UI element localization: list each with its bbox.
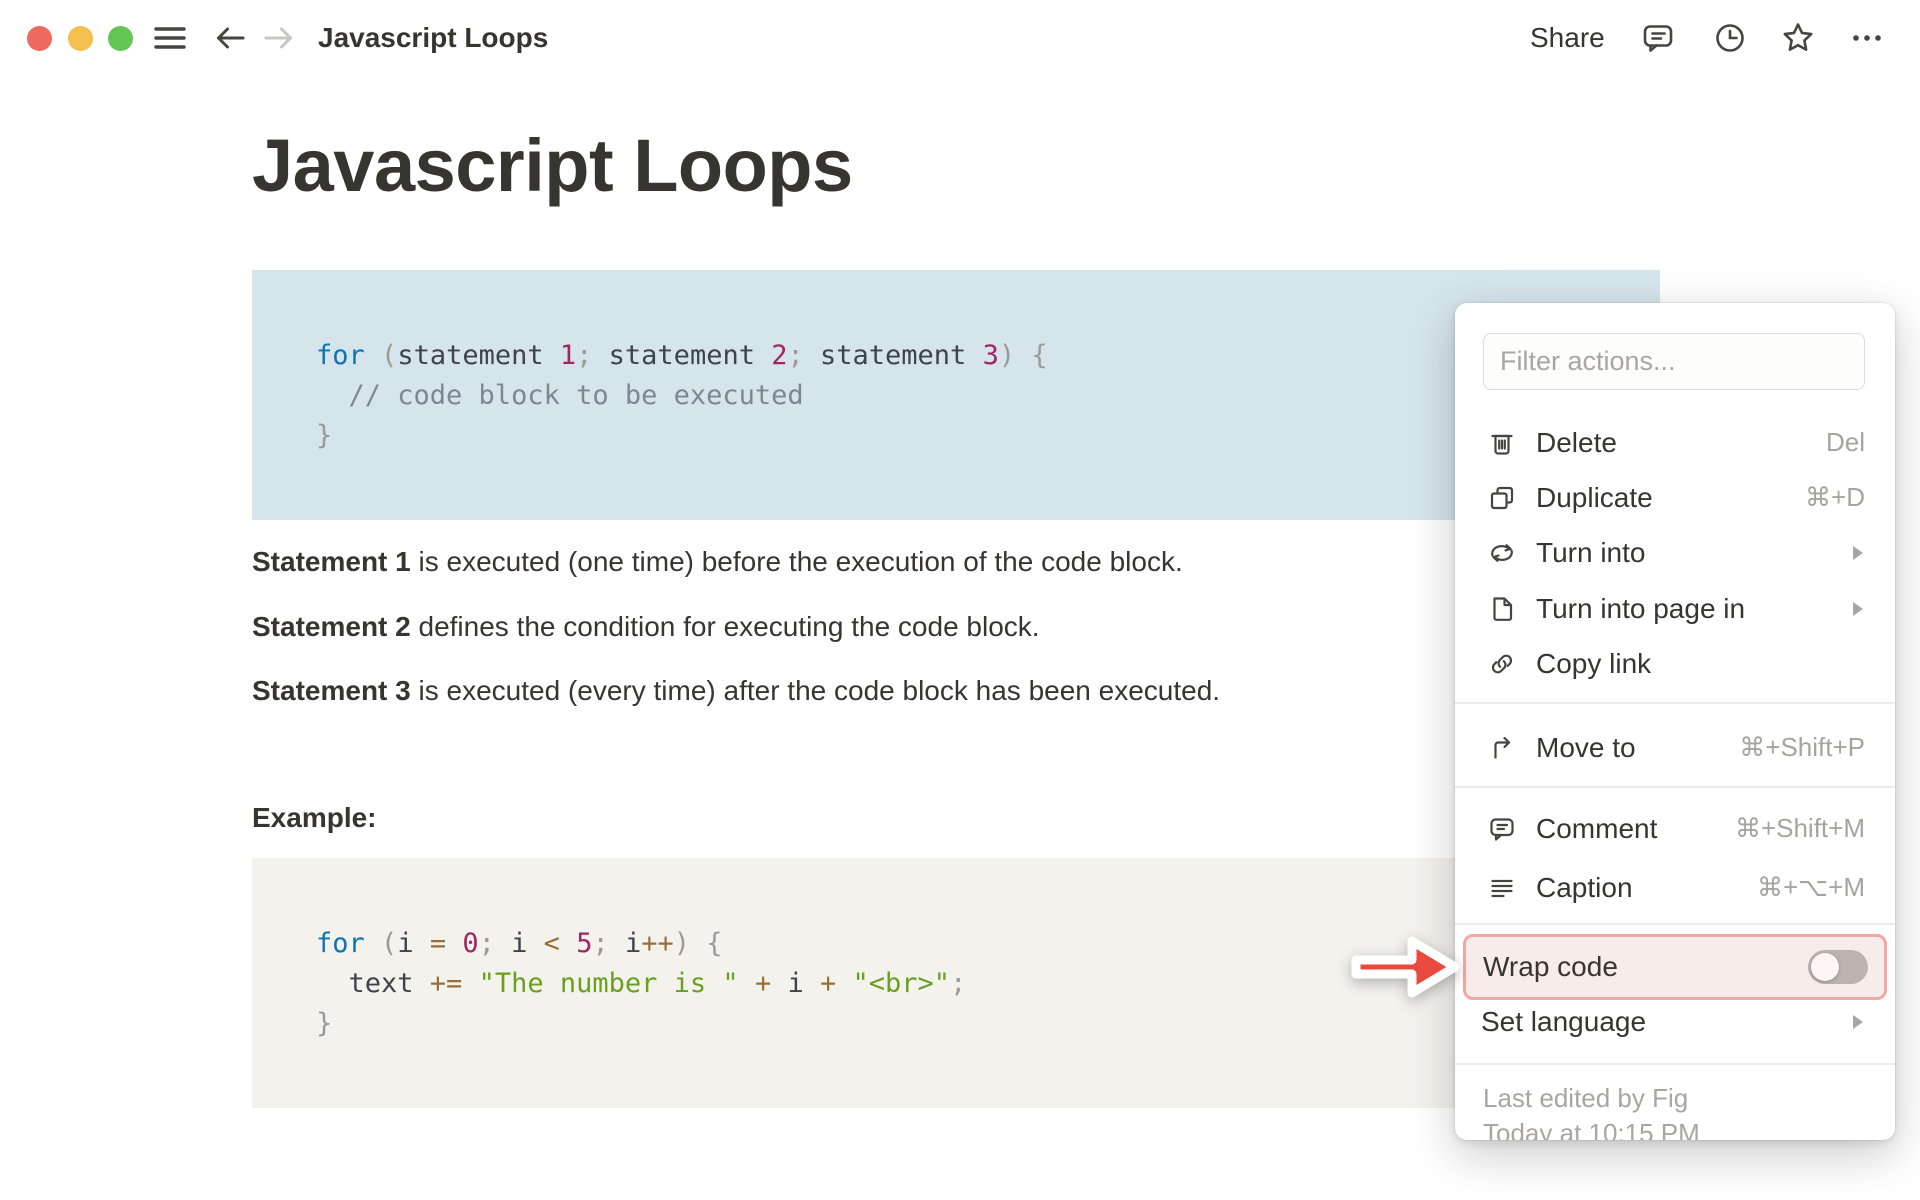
more-ellipsis-icon[interactable] — [1849, 20, 1885, 56]
bold-text: Statement 1 — [252, 546, 411, 577]
last-edited-by: Last edited by Fig — [1483, 1083, 1689, 1113]
menu-item-turn-into-page-in[interactable]: Turn into page in — [1455, 581, 1895, 636]
title-bar: Javascript Loops Share — [0, 0, 1920, 76]
bold-text: Statement 2 — [252, 611, 411, 642]
menu-item-set-language[interactable]: Set language — [1455, 994, 1895, 1049]
menu-item-label: Copy link — [1536, 647, 1652, 679]
link-icon — [1487, 649, 1517, 679]
code-line: } — [316, 1008, 333, 1039]
code-block-syntax: for (statement 1; statement 2; statement… — [252, 270, 1660, 520]
bold-text: Statement 3 — [252, 675, 411, 706]
duplicate-icon — [1487, 483, 1517, 513]
menu-shortcut: ⌘+Shift+P — [1739, 732, 1865, 762]
code-line: for (i = 0; i < 5; i++) { — [316, 928, 723, 959]
last-edited-time: Today at 10:15 PM — [1483, 1118, 1700, 1140]
code-block-example: for (i = 0; i < 5; i++) { text += "The n… — [252, 858, 1660, 1108]
menu-item-label: Comment — [1536, 812, 1658, 844]
menu-item-wrap-code[interactable]: Wrap code — [1463, 934, 1887, 1000]
menu-divider — [1455, 702, 1895, 704]
menu-item-label: Set language — [1481, 1005, 1647, 1037]
hamburger-icon[interactable] — [152, 20, 188, 56]
caption-lines-icon — [1487, 873, 1517, 903]
comment-icon[interactable] — [1640, 20, 1676, 56]
wrap-code-toggle[interactable] — [1808, 950, 1868, 984]
menu-item-label: Move to — [1536, 731, 1636, 763]
menu-item-label: Delete — [1536, 426, 1617, 458]
star-icon[interactable] — [1780, 20, 1816, 56]
menu-item-label: Turn into page in — [1536, 592, 1746, 624]
paragraph-text: is executed (one time) before the execut… — [410, 546, 1183, 577]
menu-divider — [1455, 786, 1895, 788]
menu-shortcut: ⌘+D — [1805, 482, 1865, 512]
menu-item-label: Caption — [1536, 871, 1633, 903]
submenu-chevron-icon — [1851, 1013, 1865, 1031]
menu-item-comment[interactable]: Comment ⌘+Shift+M — [1455, 801, 1895, 856]
forward-arrow-icon[interactable] — [261, 20, 297, 56]
paragraph-statement-1: Statement 1 is executed (one time) befor… — [252, 545, 1183, 579]
titlebar-document-title: Javascript Loops — [318, 22, 549, 53]
menu-item-copy-link[interactable]: Copy link — [1455, 636, 1895, 691]
page-title: Javascript Loops — [252, 124, 853, 207]
move-to-arrow-icon — [1487, 733, 1517, 763]
traffic-light-minimize-button[interactable] — [68, 26, 93, 51]
traffic-light-zoom-button[interactable] — [108, 26, 133, 51]
share-button[interactable]: Share — [1530, 22, 1605, 54]
toggle-knob — [1811, 953, 1839, 981]
menu-item-label: Duplicate — [1536, 481, 1653, 513]
menu-shortcut: ⌘+⌥+M — [1757, 872, 1865, 902]
menu-item-turn-into[interactable]: Turn into — [1455, 525, 1895, 580]
menu-shortcut: ⌘+Shift+M — [1734, 813, 1865, 843]
paragraph-text: is executed (every time) after the code … — [410, 675, 1221, 706]
submenu-chevron-icon — [1851, 544, 1865, 562]
block-context-menu: Delete Del Duplicate ⌘+D Turn into Turn … — [1455, 303, 1895, 1140]
filter-actions-input[interactable] — [1483, 333, 1865, 390]
traffic-light-close-button[interactable] — [27, 26, 52, 51]
history-clock-icon[interactable] — [1712, 20, 1748, 56]
submenu-chevron-icon — [1851, 600, 1865, 618]
example-label: Example: — [252, 802, 377, 833]
app-window: Javascript Loops Share Javascript Loops … — [0, 0, 1920, 1200]
page-icon — [1487, 594, 1517, 624]
code-line: // code block to be executed — [316, 380, 804, 411]
menu-item-caption[interactable]: Caption ⌘+⌥+M — [1455, 860, 1895, 915]
comment-icon — [1487, 814, 1517, 844]
code-line: for (statement 1; statement 2; statement… — [316, 340, 1048, 371]
code-line: text += "The number is " + i + "<br>"; — [316, 968, 967, 999]
menu-item-delete[interactable]: Delete Del — [1455, 415, 1895, 470]
menu-item-label: Turn into — [1536, 536, 1646, 568]
paragraph-text: defines the condition for executing the … — [410, 611, 1040, 642]
code-line: } — [316, 420, 333, 451]
menu-item-duplicate[interactable]: Duplicate ⌘+D — [1455, 470, 1895, 525]
paragraph-statement-3: Statement 3 is executed (every time) aft… — [252, 674, 1220, 708]
menu-divider — [1455, 1063, 1895, 1065]
trash-icon — [1487, 428, 1517, 458]
turn-into-cycle-icon — [1487, 538, 1517, 568]
menu-shortcut: Del — [1825, 427, 1865, 457]
paragraph-statement-2: Statement 2 defines the condition for ex… — [252, 610, 1040, 644]
back-arrow-icon[interactable] — [212, 20, 248, 56]
menu-item-move-to[interactable]: Move to ⌘+Shift+P — [1455, 720, 1895, 775]
menu-divider — [1455, 923, 1895, 925]
menu-item-label: Wrap code — [1483, 951, 1618, 982]
